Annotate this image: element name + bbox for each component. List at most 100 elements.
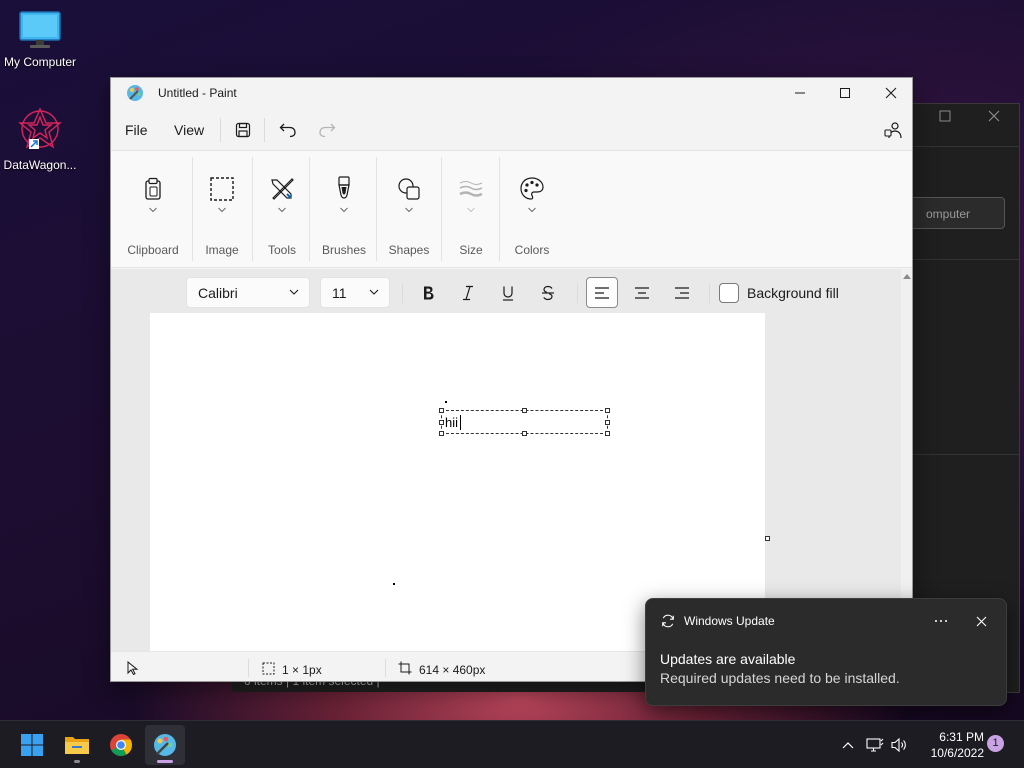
account-button[interactable] [878, 116, 908, 144]
close-icon [976, 616, 986, 626]
resize-handle[interactable] [605, 431, 610, 436]
menu-bar: File View [111, 110, 912, 148]
text-toolbar: Calibri 11 Background fill [111, 269, 901, 315]
desktop-icon-datawagon[interactable]: DataWagon... [0, 105, 80, 172]
file-explorer-icon [65, 737, 89, 754]
volume-button[interactable] [890, 735, 910, 755]
chevron-down-icon [289, 289, 299, 295]
shapes-icon [398, 178, 420, 200]
minimize-button[interactable] [777, 78, 823, 108]
ribbon-group-label: Brushes [321, 243, 367, 257]
title-bar[interactable]: Untitled - Paint [111, 78, 912, 108]
ribbon-group-brushes[interactable]: Brushes [313, 151, 375, 269]
resize-handle[interactable] [439, 408, 444, 413]
taskbar: 6:31 PM 10/6/2022 [0, 720, 1024, 768]
undo-button[interactable] [273, 116, 303, 144]
redo-button[interactable] [312, 116, 342, 144]
strikethrough-button[interactable] [532, 277, 564, 308]
redo-icon [319, 123, 336, 138]
maximize-icon [840, 88, 850, 98]
underline-button[interactable] [492, 277, 524, 308]
desktop-icon-label: My Computer [3, 55, 77, 69]
brush-icon [338, 176, 350, 199]
pixel-dot [445, 401, 447, 403]
resize-handle[interactable] [522, 408, 527, 413]
chrome-button[interactable] [101, 725, 141, 765]
divider [402, 283, 403, 303]
scroll-up-icon[interactable] [903, 273, 911, 279]
align-left-icon [595, 286, 609, 299]
maximize-button[interactable] [822, 78, 868, 108]
selection-size-icon [262, 662, 275, 675]
italic-button[interactable] [452, 277, 484, 308]
network-button[interactable] [865, 735, 885, 755]
align-right-button[interactable] [666, 277, 698, 308]
resize-handle[interactable] [522, 431, 527, 436]
resize-handle[interactable] [605, 408, 610, 413]
vertical-scrollbar[interactable] [901, 269, 912, 651]
desktop-icon-my-computer[interactable]: My Computer [0, 10, 80, 69]
show-hidden-icons-button[interactable] [838, 735, 858, 755]
align-left-button[interactable] [586, 277, 618, 308]
menu-file[interactable]: File [125, 122, 148, 138]
notification-body: Required updates need to be installed. [660, 670, 900, 686]
paint-app-icon [126, 84, 144, 105]
font-size-value: 11 [332, 285, 347, 301]
bold-button[interactable] [412, 277, 444, 308]
palette-icon [520, 177, 544, 200]
divider [709, 283, 710, 303]
notification-title: Updates are available [660, 651, 796, 667]
divider [499, 157, 500, 261]
menu-view[interactable]: View [174, 122, 204, 138]
resize-handle[interactable] [439, 420, 444, 425]
save-button[interactable] [228, 116, 258, 144]
close-button[interactable] [868, 78, 912, 108]
more-options-icon [935, 620, 947, 622]
background-fill-checkbox[interactable] [719, 283, 739, 303]
canvas-resize-handle[interactable] [765, 536, 770, 541]
chevron-down-icon [369, 289, 379, 295]
chevron-up-icon [842, 742, 854, 749]
ribbon-group-tools[interactable]: Tools [255, 151, 309, 269]
file-explorer-button[interactable] [57, 725, 97, 765]
notification-app-name: Windows Update [684, 614, 775, 628]
ribbon-group-colors[interactable]: Colors [502, 151, 562, 269]
ribbon-group-clipboard[interactable]: Clipboard [117, 151, 189, 269]
font-size-select[interactable]: 11 [320, 277, 390, 308]
resize-handle[interactable] [605, 420, 610, 425]
underline-icon [503, 286, 513, 301]
strikethrough-icon [542, 285, 554, 300]
cursor-position-icon [127, 661, 139, 675]
background-fill-label: Background fill [747, 285, 839, 301]
sync-icon [662, 614, 674, 628]
running-indicator [74, 760, 80, 763]
ribbon-group-label: Tools [267, 243, 296, 257]
notification-count-badge[interactable]: 1 [987, 735, 1004, 752]
notification-close-button[interactable] [967, 609, 995, 633]
font-family-select[interactable]: Calibri [186, 277, 310, 308]
size-icon [459, 181, 483, 197]
align-right-icon [675, 286, 689, 299]
resize-handle[interactable] [439, 431, 444, 436]
address-field[interactable]: omputer [899, 197, 1005, 229]
maximize-icon[interactable] [939, 110, 951, 125]
clock[interactable]: 6:31 PM 10/6/2022 [916, 729, 984, 761]
divider [376, 157, 377, 261]
chevron-down-icon [467, 207, 475, 213]
ribbon-group-label: Colors [514, 243, 550, 257]
start-button[interactable] [12, 725, 52, 765]
paint-taskbar-button[interactable] [145, 725, 185, 765]
notification-more-button[interactable] [927, 609, 955, 633]
ribbon-group-size[interactable]: Size [444, 151, 498, 269]
notification-toast[interactable]: Windows Update Updates are available Req… [645, 598, 1007, 706]
ribbon-group-image[interactable]: Image [195, 151, 249, 269]
align-center-button[interactable] [626, 277, 658, 308]
chevron-down-icon [405, 207, 413, 213]
divider [264, 118, 265, 142]
ribbon-group-shapes[interactable]: Shapes [379, 151, 439, 269]
close-icon[interactable] [987, 109, 1001, 126]
chevron-down-icon [149, 207, 157, 213]
divider [309, 157, 310, 261]
paint-icon [154, 734, 176, 756]
volume-icon [891, 737, 906, 753]
